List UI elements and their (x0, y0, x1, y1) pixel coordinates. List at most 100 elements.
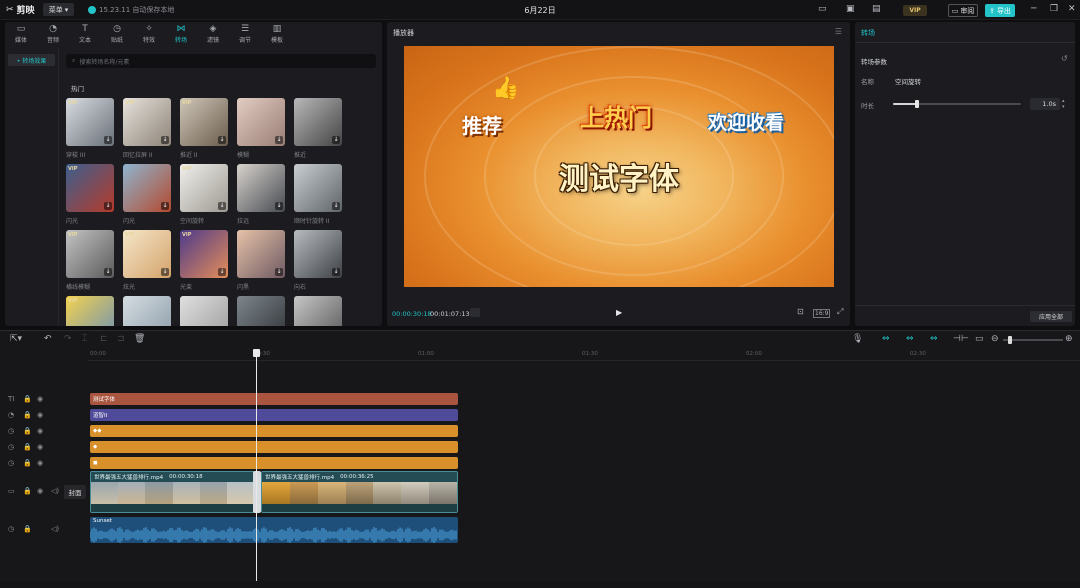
volume-icon[interactable]: ◁) (51, 525, 59, 533)
canvas-text[interactable]: 测试字体 (404, 154, 834, 198)
transition-thumb[interactable]: ↓ (294, 164, 342, 212)
transition-thumb[interactable]: ↓ (294, 296, 342, 326)
eye-icon[interactable]: ◉ (37, 411, 43, 419)
fullscreen-icon[interactable]: ⤢ (837, 307, 843, 317)
playhead-handle[interactable] (253, 349, 260, 357)
close-icon[interactable]: ✕ (1068, 4, 1076, 14)
select-tool-icon[interactable]: ⇱▾ (10, 334, 22, 344)
tab-6[interactable]: ◈ 滤镜 (197, 22, 229, 46)
transition-thumb[interactable]: ↓ (294, 230, 342, 278)
duration-slider[interactable] (893, 100, 1021, 108)
tab-2[interactable]: T 文本 (69, 22, 101, 46)
reset-icon[interactable]: ↺ (1061, 54, 1068, 63)
stepper-icon[interactable]: ▴ ▾ (1062, 98, 1065, 110)
preview-canvas[interactable]: 推荐 👍 上热门 欢迎收看 测试字体 (404, 46, 834, 287)
aspect-ratio-button[interactable]: 16:9 (813, 309, 831, 318)
review-button[interactable]: ▭ 审阅 (948, 4, 978, 17)
download-icon[interactable]: ↓ (104, 202, 112, 210)
split-left-icon[interactable]: ⊏ (100, 334, 108, 344)
eye-icon[interactable]: ◉ (37, 395, 43, 403)
undo-icon[interactable]: ↶ (44, 334, 52, 344)
play-button[interactable]: ▶ (616, 308, 622, 317)
align-icon[interactable]: ⊣⊢ (953, 334, 969, 344)
layout-icon[interactable]: ▣ (846, 4, 855, 14)
lock-icon[interactable]: 🔒 (23, 459, 32, 467)
zoom-out-icon[interactable]: ⊖ (991, 334, 999, 344)
transition-thumb[interactable]: ↓ (237, 164, 285, 212)
sticker-hot[interactable]: 上热门 (580, 98, 652, 133)
transition-thumb[interactable]: ↓ (123, 164, 171, 212)
restore-icon[interactable]: ❐ (1050, 4, 1058, 14)
download-icon[interactable]: ↓ (161, 202, 169, 210)
text-clip[interactable]: 测试字体 (90, 393, 458, 405)
download-icon[interactable]: ↓ (275, 268, 283, 276)
timecode-toggle-icon[interactable] (470, 308, 480, 317)
download-icon[interactable]: ↓ (332, 202, 340, 210)
split-icon[interactable]: ⌶ (82, 334, 87, 344)
inspector-tab[interactable]: 转场 (861, 28, 875, 38)
tab-3[interactable]: ◷ 贴纸 (101, 22, 133, 46)
player-menu-icon[interactable]: ☰ (835, 27, 842, 36)
transition-thumb[interactable]: ↓ (294, 98, 342, 146)
transition-thumb[interactable]: VIP↓ (66, 164, 114, 212)
tab-5[interactable]: ⋈ 转场 (165, 22, 197, 46)
export-button[interactable]: ⇪ 导出 (985, 4, 1015, 17)
eye-icon[interactable]: ◉ (37, 443, 43, 451)
download-icon[interactable]: ↓ (275, 136, 283, 144)
slider-handle[interactable] (915, 100, 920, 108)
video-clip[interactable]: 世界最强五大猛兽排行.mp4 00:00:36:25 (261, 471, 458, 513)
link-icon[interactable]: ⇔ (882, 334, 890, 344)
delete-icon[interactable]: 🗑 (134, 334, 145, 344)
transition-thumb[interactable]: ↓ (180, 296, 228, 326)
duration-input[interactable]: 1.0s (1030, 98, 1060, 110)
transition-thumb[interactable]: ↓ (123, 296, 171, 326)
download-icon[interactable]: ↓ (104, 268, 112, 276)
apply-all-button[interactable]: 应用全部 (1030, 311, 1072, 322)
time-ruler[interactable]: 00:00 00:30 01:00 01:30 02:00 02:30 (88, 349, 1080, 361)
volume-icon[interactable]: ◁) (51, 487, 59, 495)
zoom-slider[interactable] (1003, 339, 1063, 341)
sticker-recommend[interactable]: 推荐 (462, 110, 502, 139)
sticker-clip[interactable]: 道智II (90, 409, 458, 421)
snap-icon[interactable]: ⇔ (906, 334, 914, 344)
transition-marker[interactable] (253, 471, 261, 513)
tab-8[interactable]: ▥ 模板 (261, 22, 293, 46)
transition-thumb[interactable]: VIP↓ (180, 230, 228, 278)
download-icon[interactable]: ↓ (332, 268, 340, 276)
tab-0[interactable]: ▭ 媒体 (5, 22, 37, 46)
download-icon[interactable]: ↓ (104, 136, 112, 144)
transition-thumb[interactable]: VIP↓ (66, 296, 114, 326)
transition-thumb[interactable]: VIP↓ (123, 98, 171, 146)
audio-clip[interactable]: Sunset (90, 517, 458, 543)
tab-1[interactable]: ◔ 音频 (37, 22, 69, 46)
sidebar-item-transitions[interactable]: • 转场效果 (8, 54, 55, 66)
sticker-clip[interactable]: ◆◆ (90, 425, 458, 437)
download-icon[interactable]: ↓ (218, 202, 226, 210)
transition-thumb[interactable]: VIP↓ (180, 164, 228, 212)
vip-badge[interactable]: VIP (903, 5, 927, 16)
split-right-icon[interactable]: ⊐ (117, 334, 125, 344)
download-icon[interactable]: ↓ (218, 268, 226, 276)
caption-icon[interactable]: ▭ (975, 334, 984, 344)
lock-icon[interactable]: 🔒 (23, 525, 32, 533)
playhead[interactable] (256, 349, 257, 581)
video-clip[interactable]: 世界最强五大猛兽排行.mp4 00:00:30:18 (90, 471, 255, 513)
eye-icon[interactable]: ◉ (37, 487, 43, 495)
eye-icon[interactable]: ◉ (37, 459, 43, 467)
settings-icon[interactable]: ▤ (872, 4, 881, 14)
lock-icon[interactable]: 🔒 (23, 443, 32, 451)
download-icon[interactable]: ↓ (161, 136, 169, 144)
download-icon[interactable]: ↓ (218, 136, 226, 144)
sticker-welcome[interactable]: 欢迎收看 (708, 108, 784, 135)
eye-icon[interactable]: ◉ (37, 427, 43, 435)
transition-thumb[interactable]: VIP↓ (66, 98, 114, 146)
transition-thumb[interactable]: ↓ (237, 296, 285, 326)
transition-thumb[interactable]: VIP↓ (66, 230, 114, 278)
zoom-handle[interactable] (1008, 336, 1012, 344)
tab-4[interactable]: ✧ 特效 (133, 22, 165, 46)
download-icon[interactable]: ↓ (161, 268, 169, 276)
fit-icon[interactable]: ⊡ (797, 307, 804, 316)
transition-thumb[interactable]: ↓ (237, 230, 285, 278)
transition-thumb[interactable]: VIP↓ (180, 98, 228, 146)
microphone-icon[interactable]: 🎙 (852, 334, 863, 344)
